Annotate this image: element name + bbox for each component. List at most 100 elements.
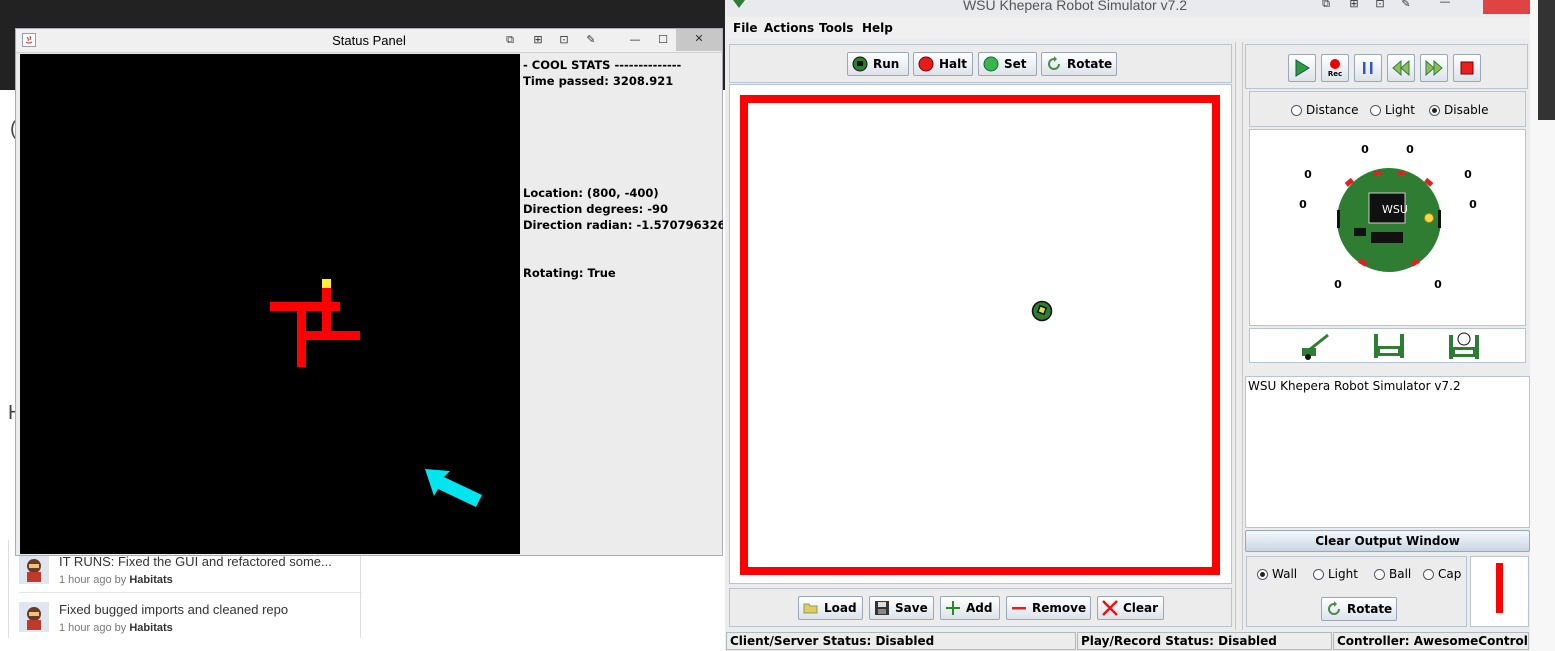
controller-status: Controller: AwesomeController (1333, 632, 1529, 650)
status-panel-title: Status Panel (332, 33, 406, 48)
radio-light[interactable]: Light (1370, 103, 1415, 117)
play-button[interactable] (1288, 54, 1316, 82)
avatar-icon (19, 554, 49, 584)
record-button[interactable]: Rec (1321, 54, 1349, 82)
sensor-value: 0 (1469, 198, 1477, 211)
close-button[interactable] (1483, 0, 1530, 14)
pause-icon (1363, 62, 1373, 74)
object-type-panel: Wall Light Ball Cap Rotate (1246, 556, 1467, 627)
tile-icon[interactable]: ⊡ (557, 33, 571, 47)
stop-button[interactable] (1453, 54, 1481, 82)
sensor-value: 0 (1434, 278, 1442, 291)
pause-button[interactable] (1354, 54, 1382, 82)
floppy-disk-icon (875, 601, 889, 615)
robot-icon (852, 56, 868, 72)
sensor-value: 0 (1299, 198, 1307, 211)
minus-icon (1012, 607, 1026, 610)
gripper-open-icon[interactable] (1371, 332, 1407, 360)
radio-cap[interactable]: Cap (1423, 567, 1461, 581)
run-button[interactable]: Run (847, 52, 909, 76)
x-icon (1102, 600, 1118, 616)
tile-icon[interactable]: ⊡ (1373, 0, 1387, 11)
clear-output-button[interactable]: Clear Output Window (1245, 530, 1530, 552)
clear-button[interactable]: Clear (1097, 596, 1164, 620)
menu-tools[interactable]: Tools (819, 21, 853, 35)
stop-icon (1460, 61, 1474, 75)
sensor-value: 0 (1406, 143, 1414, 156)
gripper-panel (1249, 328, 1526, 363)
radio-disable[interactable]: Disable (1429, 103, 1489, 117)
menu-actions[interactable]: Actions (764, 21, 814, 35)
wall-preview (1496, 563, 1503, 613)
sensor-value: 0 (1361, 143, 1369, 156)
avatar-icon (19, 602, 49, 632)
splitter-handle[interactable] (1235, 42, 1243, 630)
restore-icon[interactable]: ⧉ (503, 33, 517, 47)
tile-icon[interactable]: ⊞ (1347, 0, 1361, 11)
object-preview (1470, 556, 1529, 627)
feed-meta: 1 hour ago by Habitats (59, 622, 173, 634)
stats-direction-degrees: Direction degrees: -90 (523, 202, 669, 216)
tile-icon[interactable]: ⊞ (531, 33, 545, 47)
pin-icon[interactable]: ✎ (1399, 0, 1413, 11)
map-canvas (20, 54, 520, 554)
halt-button[interactable]: Halt (913, 52, 973, 76)
remove-button[interactable]: Remove (1006, 596, 1091, 620)
cool-stats: - COOL STATS -------------- Time passed:… (523, 57, 723, 281)
feed-title[interactable]: Fixed bugged imports and cleaned repo (59, 602, 359, 617)
arena-wall[interactable] (740, 95, 1220, 575)
menu-file[interactable]: File (733, 21, 758, 35)
rotate-object-button[interactable]: Rotate (1321, 597, 1397, 621)
play-icon (1295, 59, 1310, 77)
save-button[interactable]: Save (869, 596, 934, 620)
radio-distance[interactable]: Distance (1291, 103, 1358, 117)
radio-light-object[interactable]: Light (1313, 567, 1358, 581)
folder-icon (803, 603, 818, 614)
rotate-button[interactable]: Rotate (1041, 52, 1117, 76)
stats-direction-radian: Direction radian: -1.57079632679... (523, 218, 723, 232)
close-icon: ✕ (694, 32, 704, 45)
robot-direction-arrow-icon (425, 469, 482, 507)
status-bar: Client/Server Status: Disabled Play/Reco… (725, 631, 1530, 651)
fast-forward-button[interactable] (1420, 54, 1448, 82)
client-server-status: Client/Server Status: Disabled (726, 632, 1076, 650)
feed-meta: 1 hour ago by Habitats (59, 574, 173, 586)
output-window[interactable]: WSU Khepera Robot Simulator v7.2 (1245, 376, 1530, 528)
feed-item[interactable]: Fixed bugged imports and cleaned repo 1 … (19, 592, 362, 648)
radio-ball[interactable]: Ball (1374, 567, 1411, 581)
robot-icon[interactable] (1031, 300, 1053, 322)
minimize-icon[interactable]: — (1438, 0, 1452, 9)
background-right-dark (1538, 0, 1555, 120)
simulator-titlebar[interactable]: WSU Khepera Robot Simulator v7.2 ⧉ ⊞ ⊡ ✎… (725, 0, 1530, 15)
arm-lowered-icon[interactable] (1300, 332, 1332, 360)
menu-help[interactable]: Help (862, 21, 893, 35)
rotate-icon (1048, 56, 1060, 70)
close-button[interactable]: ✕ (676, 29, 722, 51)
load-button[interactable]: Load (798, 596, 863, 620)
pin-icon[interactable]: ✎ (584, 33, 598, 47)
top-toolbar: Run Halt Set Rotate (729, 44, 1232, 83)
minimize-icon[interactable]: — (628, 33, 642, 47)
bottom-toolbar: Load Save Add Remove Clear (729, 588, 1232, 627)
output-text: WSU Khepera Robot Simulator v7.2 (1248, 379, 1461, 393)
restore-icon[interactable]: ⧉ (1319, 0, 1333, 11)
sensor-value: 0 (1304, 168, 1312, 181)
rotate-icon (1328, 601, 1340, 615)
rewind-icon (1392, 59, 1410, 77)
rewind-button[interactable] (1387, 54, 1415, 82)
set-button[interactable]: Set (978, 52, 1037, 76)
stats-location: Location: (800, -400) (523, 186, 659, 200)
light-marker (322, 279, 331, 288)
gripper-holding-ball-icon[interactable] (1446, 331, 1482, 361)
menu-bar: File Actions Tools Help (725, 17, 1530, 39)
plus-icon (946, 601, 960, 615)
playback-toolbar: Rec (1245, 44, 1528, 89)
feed-title[interactable]: IT RUNS: Fixed the GUI and refactored so… (59, 554, 359, 569)
fast-forward-icon (1425, 59, 1443, 77)
add-button[interactable]: Add (940, 596, 1000, 620)
radio-wall[interactable]: Wall (1257, 567, 1297, 581)
stats-rotating: Rotating: True (523, 266, 616, 280)
maximize-icon[interactable]: ☐ (656, 33, 670, 47)
status-panel-titlebar[interactable]: Status Panel ⧉ ⊞ ⊡ ✎ — ☐ ✕ (16, 29, 722, 53)
stats-time-passed: Time passed: 3208.921 (523, 74, 674, 88)
